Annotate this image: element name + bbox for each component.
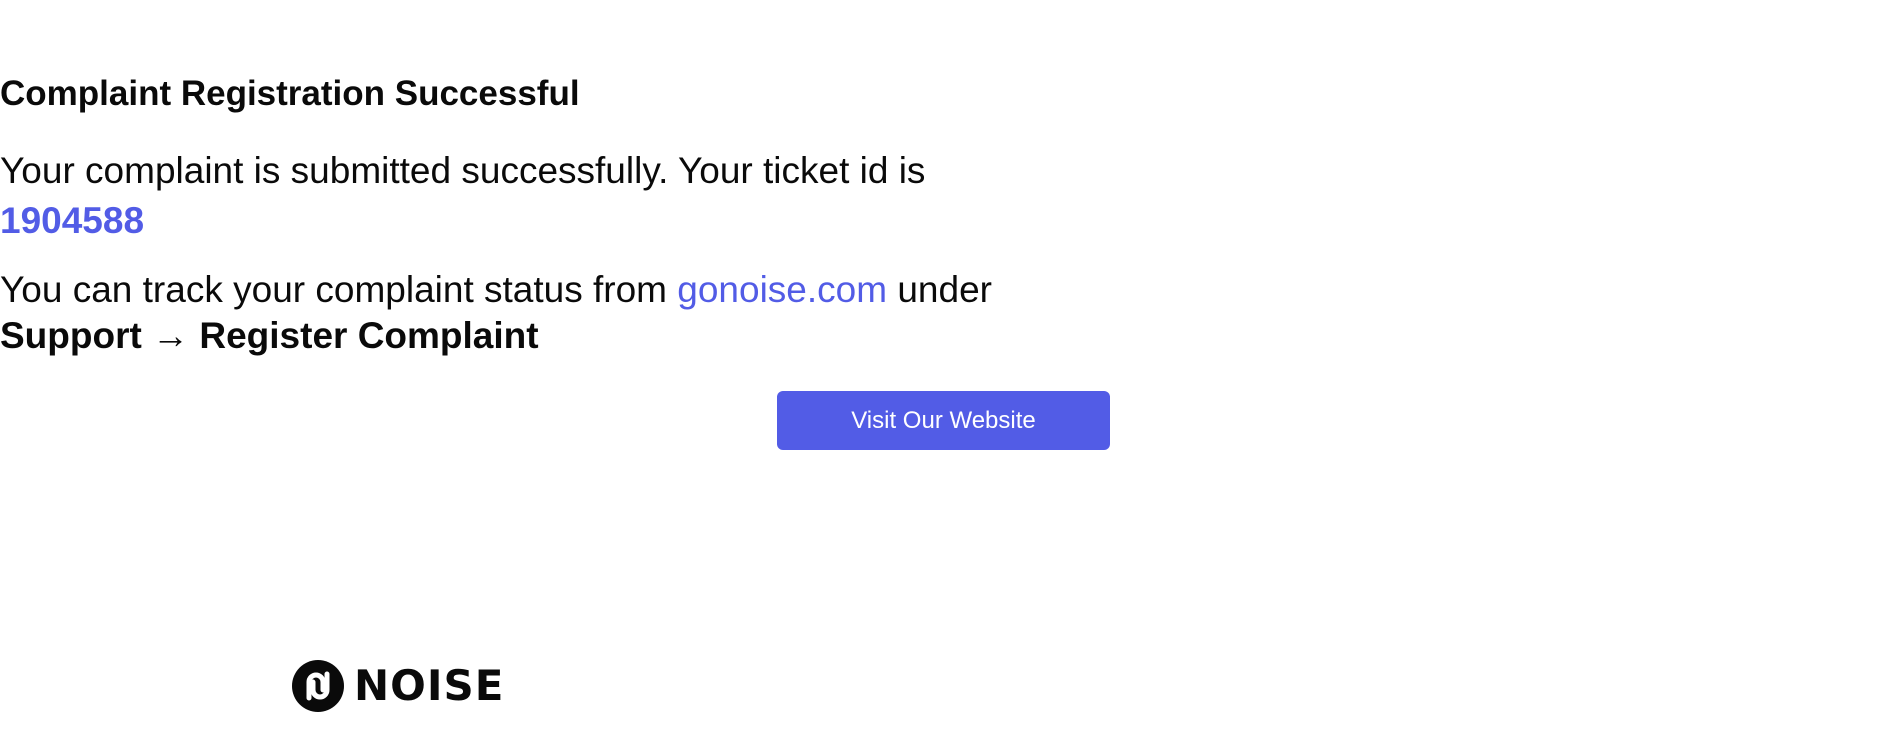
ticket-id: 1904588	[0, 200, 145, 241]
noise-logo-icon	[292, 660, 344, 712]
visit-website-button[interactable]: Visit Our Website	[777, 391, 1110, 450]
complaint-success-page: Complaint Registration Successful Your c…	[0, 0, 1888, 748]
logo-wordmark: NOISE	[354, 661, 505, 710]
gonoise-link[interactable]: gonoise.com	[677, 269, 887, 310]
noise-logo: NOISE	[292, 660, 504, 712]
tracking-message: You can track your complaint status from…	[0, 268, 1888, 312]
tracking-suffix: under	[897, 269, 992, 310]
page-title: Complaint Registration Successful	[0, 74, 580, 113]
tracking-prefix: You can track your complaint status from	[0, 269, 667, 310]
support-path: Support → Register Complaint	[0, 315, 539, 356]
submission-message: Your complaint is submitted successfully…	[0, 150, 926, 191]
